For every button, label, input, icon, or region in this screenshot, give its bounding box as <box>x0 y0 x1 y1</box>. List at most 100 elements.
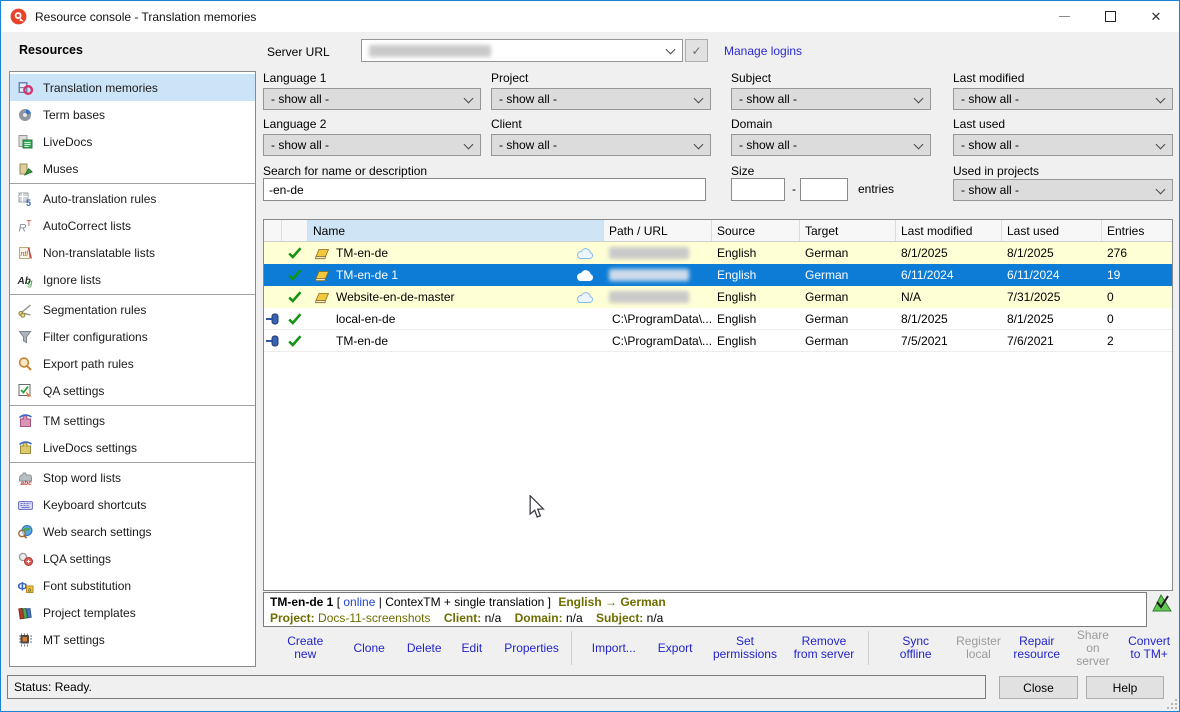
sidebar-item-lqa-settings[interactable]: LQA settings <box>10 545 255 572</box>
delete-link[interactable]: Delete <box>407 642 442 655</box>
table-row-tm-en-de-local[interactable]: TM-en-de C:\ProgramData\... English Germ… <box>264 330 1172 352</box>
client-combo[interactable]: - show all - <box>491 134 711 156</box>
select-server-button[interactable]: ✓ <box>685 39 708 62</box>
sidebar-item-filter-configurations[interactable]: Filter configurations <box>10 323 255 350</box>
close-button[interactable]: Close <box>999 676 1078 699</box>
server-url-combo[interactable] <box>361 39 683 62</box>
sidebar-item-segmentation-rules[interactable]: Segmentation rules <box>10 296 255 323</box>
remove-from-server-link[interactable]: Remove from server <box>791 635 856 661</box>
path-redacted <box>609 291 689 303</box>
sidebar-item-label: Web search settings <box>43 525 152 539</box>
import-link[interactable]: Import... <box>592 642 636 655</box>
entries-label: entries <box>858 182 894 196</box>
last-used-combo[interactable]: - show all - <box>953 134 1173 156</box>
minimize-button[interactable] <box>1041 1 1087 32</box>
pin-cell <box>264 264 282 286</box>
maximize-button[interactable] <box>1087 1 1133 32</box>
table-row-website-en-de-master[interactable]: Website-en-de-master English German N/A … <box>264 286 1172 308</box>
create-new-link[interactable]: Create new <box>279 635 331 661</box>
tm-name: TM-en-de <box>336 334 388 348</box>
column-header-path[interactable]: Path / URL <box>604 220 712 241</box>
domain-combo[interactable]: - show all - <box>731 134 931 156</box>
table-row-local-en-de[interactable]: local-en-de C:\ProgramData\... English G… <box>264 308 1172 330</box>
sidebar-item-stop-word-lists[interactable]: abc Stop word lists <box>10 464 255 491</box>
column-header-last-modified[interactable]: Last modified <box>896 220 1002 241</box>
sidebar-item-non-translatable-lists[interactable]: ntl Non-translatable lists <box>10 239 255 266</box>
chevron-down-icon <box>464 94 474 104</box>
combo-value: - show all - <box>961 183 1019 197</box>
column-header-pin[interactable] <box>264 220 282 241</box>
last-used-filter-label: Last used <box>953 117 1005 131</box>
sidebar-item-font-substitution[interactable]: Φa Font substitution <box>10 572 255 599</box>
convert-to-tm-plus-link[interactable]: Convert to TM+ <box>1125 635 1173 661</box>
combo-value: - show all - <box>499 138 557 152</box>
check-icon <box>288 247 302 259</box>
mt-settings-icon <box>17 632 34 648</box>
sidebar-item-web-search-settings[interactable]: Web search settings <box>10 518 255 545</box>
repair-resource-link[interactable]: Repair resource <box>1013 635 1061 661</box>
properties-link[interactable]: Properties <box>504 642 559 655</box>
register-local-link[interactable]: Register local <box>956 635 1001 661</box>
share-on-server-link[interactable]: Share on server <box>1071 629 1115 668</box>
sidebar-item-label: Export path rules <box>43 357 134 371</box>
sidebar-item-keyboard-shortcuts[interactable]: Keyboard shortcuts <box>10 491 255 518</box>
edit-link[interactable]: Edit <box>462 642 483 655</box>
search-input[interactable] <box>263 178 706 201</box>
close-window-button[interactable]: ✕ <box>1133 1 1179 32</box>
project-filter-label: Project <box>491 71 528 85</box>
size-to-input[interactable] <box>800 178 848 201</box>
last-modified-cell: N/A <box>896 286 1002 308</box>
tm-book-icon <box>313 268 331 282</box>
sidebar-item-export-path-rules[interactable]: Export path rules <box>10 350 255 377</box>
column-header-last-used[interactable]: Last used <box>1002 220 1102 241</box>
info-line-2: Project: Docs-11-screenshots Client: n/a… <box>270 610 1140 626</box>
resize-grip[interactable] <box>1167 699 1177 709</box>
sidebar-item-qa-settings[interactable]: QA settings <box>10 377 255 404</box>
manage-logins-link[interactable]: Manage logins <box>724 44 802 58</box>
sidebar-item-term-bases[interactable]: Term bases <box>10 101 255 128</box>
sidebar-item-project-templates[interactable]: Project templates <box>10 599 255 626</box>
column-header-entries[interactable]: Entries <box>1102 220 1172 241</box>
svg-text:g: g <box>28 277 33 287</box>
column-header-target[interactable]: Target <box>800 220 896 241</box>
last-modified-combo[interactable]: - show all - <box>953 88 1173 110</box>
sidebar-item-autocorrect-lists[interactable]: RT AutoCorrect lists <box>10 212 255 239</box>
size-from-input[interactable] <box>731 178 785 201</box>
help-button[interactable]: Help <box>1086 676 1164 699</box>
set-permissions-link[interactable]: Set permissions <box>708 635 781 661</box>
resource-valid-icon <box>1151 592 1173 614</box>
sidebar-item-mt-settings[interactable]: MT settings <box>10 626 255 653</box>
keyboard-shortcuts-icon <box>17 497 34 513</box>
check-cell <box>282 242 308 264</box>
sidebar-item-livedocs[interactable]: LiveDocs <box>10 128 255 155</box>
sidebar-item-muses[interactable]: Muses <box>10 155 255 182</box>
project-combo[interactable]: - show all - <box>491 88 711 110</box>
target-cell: German <box>800 286 896 308</box>
tm-settings-icon <box>17 413 34 429</box>
column-header-check[interactable] <box>282 220 308 241</box>
info-client-label: Client: <box>444 611 481 625</box>
sidebar-item-ignore-lists[interactable]: Abg Ignore lists <box>10 266 255 293</box>
sidebar-item-tm-settings[interactable]: TM settings <box>10 407 255 434</box>
target-cell: German <box>800 264 896 286</box>
column-header-name[interactable]: Name <box>308 220 604 241</box>
export-link[interactable]: Export <box>658 642 693 655</box>
clone-link[interactable]: Clone <box>353 642 384 655</box>
name-cell: TM-en-de <box>308 242 604 264</box>
language2-combo[interactable]: - show all - <box>263 134 481 156</box>
sidebar-item-livedocs-settings[interactable]: LiveDocs settings <box>10 434 255 461</box>
language1-combo[interactable]: - show all - <box>263 88 481 110</box>
path-cell <box>604 242 712 264</box>
table-row-tm-en-de-1-selected[interactable]: TM-en-de 1 English German 6/11/2024 6/11… <box>264 264 1172 286</box>
sidebar-item-auto-translation-rules[interactable]: 5 Auto-translation rules <box>10 185 255 212</box>
sidebar-item-label: Segmentation rules <box>43 303 146 317</box>
sync-offline-link[interactable]: Sync offline <box>889 635 942 661</box>
sidebar-item-translation-memories[interactable]: Translation memories <box>10 74 255 101</box>
used-in-projects-combo[interactable]: - show all - <box>953 179 1173 201</box>
auto-translation-rules-icon: 5 <box>17 191 34 207</box>
table-row-tm-en-de[interactable]: TM-en-de English German 8/1/2025 8/1/202… <box>264 242 1172 264</box>
column-header-source[interactable]: Source <box>712 220 800 241</box>
subject-combo[interactable]: - show all - <box>731 88 931 110</box>
info-domain-label: Domain: <box>515 611 563 625</box>
svg-text:T: T <box>27 219 32 228</box>
